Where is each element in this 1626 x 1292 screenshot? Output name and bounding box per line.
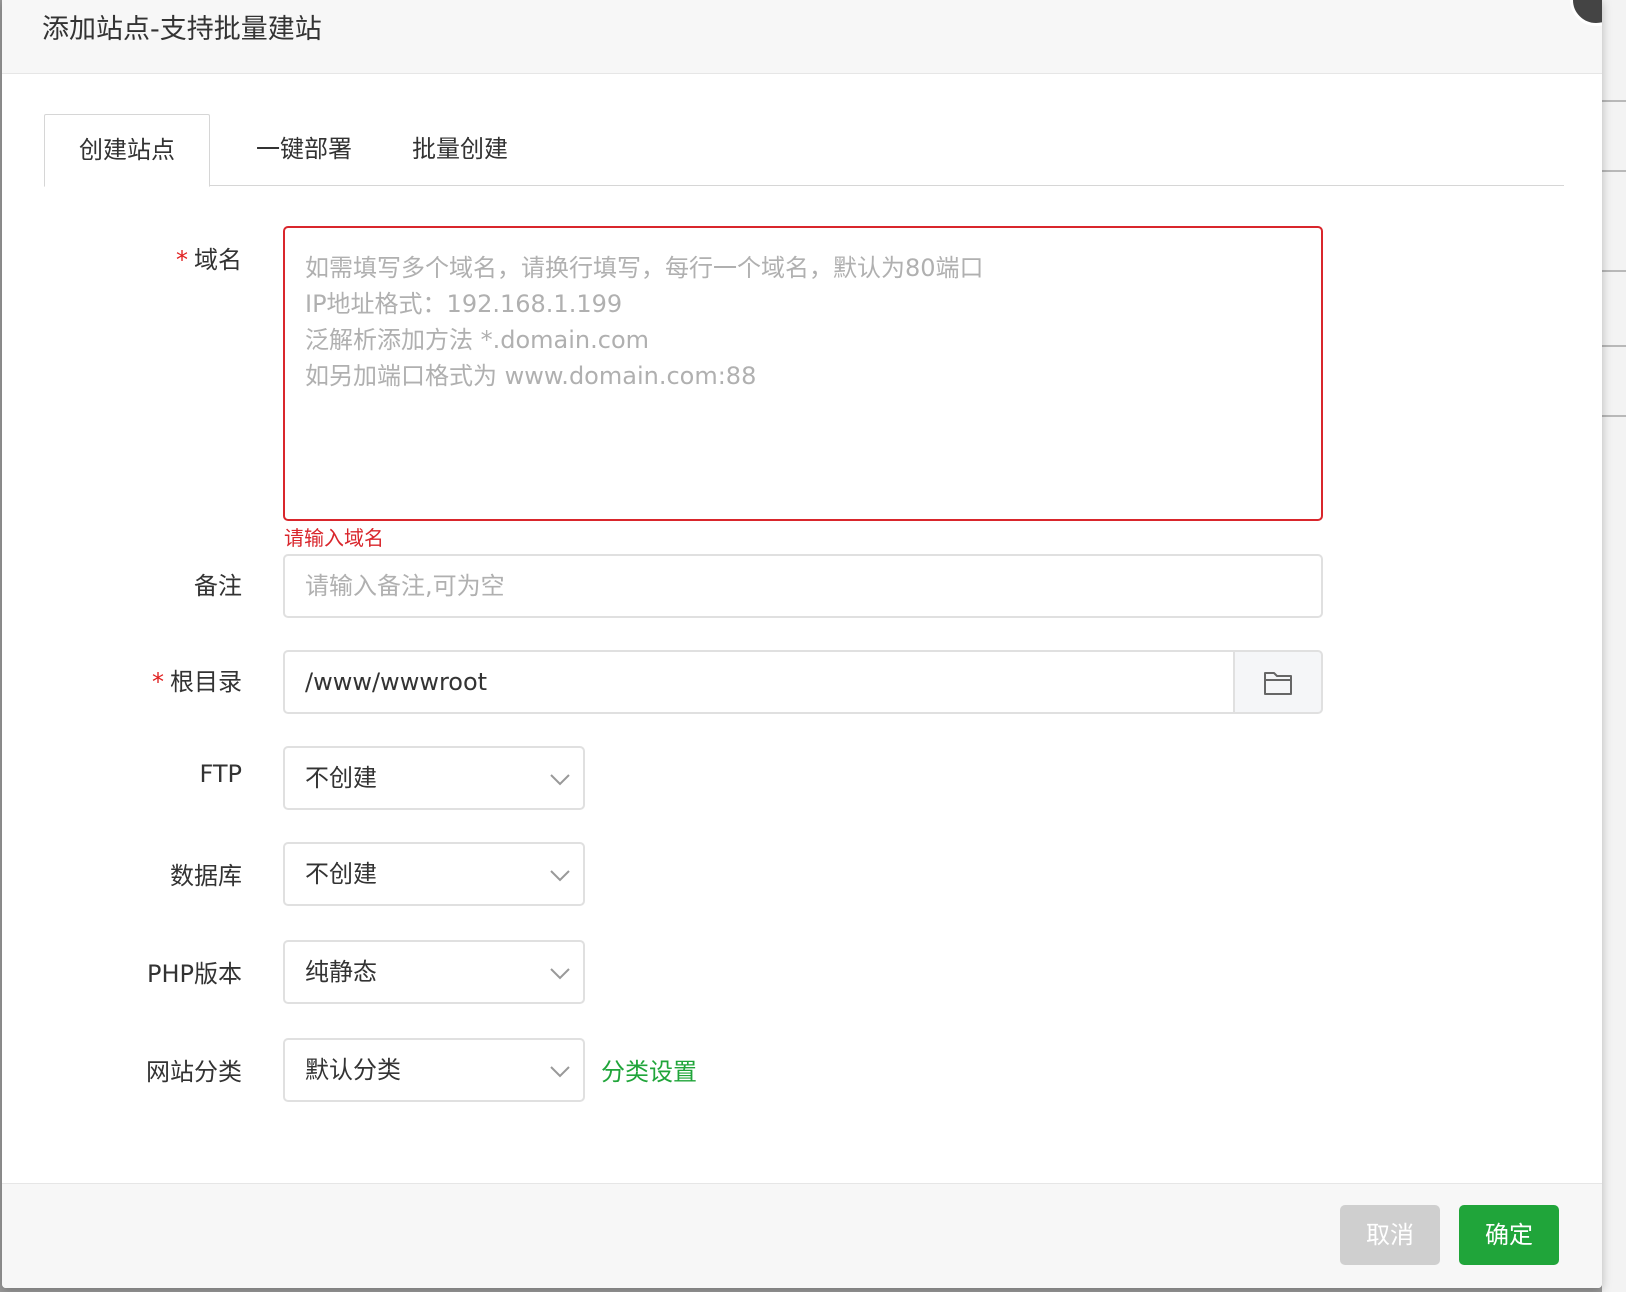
database-select-value: 不创建 [305,860,377,888]
chevron-down-icon [550,774,570,786]
domain-error-message: 请输入域名 [284,526,384,550]
site-category-label: 网站分类 [146,1058,242,1086]
folder-browse-button[interactable] [1235,650,1323,714]
chevron-down-icon [550,1066,570,1078]
cancel-button[interactable]: 取消 [1340,1205,1440,1265]
required-mark: * [176,246,188,274]
root-dir-input[interactable]: /www/wwwroot [283,650,1235,714]
site-category-select[interactable]: 默认分类 [283,1038,585,1102]
dialog-footer: 取消 确定 [2,1183,1602,1288]
tab-create-site[interactable]: 创建站点 [44,114,210,187]
tab-bar: 创建站点 一键部署 批量创建 [44,114,1564,187]
chevron-down-icon [550,870,570,882]
chevron-down-icon [550,968,570,980]
add-site-dialog: 添加站点-支持批量建站 创建站点 一键部署 批量创建 * 域名 如需填写多个域名，… [2,0,1602,1288]
root-dir-label: * 根目录 [152,668,242,696]
site-category-select-value: 默认分类 [305,1056,401,1084]
category-settings-link[interactable]: 分类设置 [601,1054,697,1090]
required-mark: * [152,668,164,696]
remark-label: 备注 [194,572,242,600]
database-label: 数据库 [170,862,242,890]
ftp-select[interactable]: 不创建 [283,746,585,810]
remark-input[interactable]: 请输入备注,可为空 [283,554,1323,618]
database-select[interactable]: 不创建 [283,842,585,906]
php-version-label: PHP版本 [147,960,242,988]
dialog-title: 添加站点-支持批量建站 [42,14,322,45]
tab-one-click-deploy[interactable]: 一键部署 [234,114,374,186]
ftp-select-value: 不创建 [305,764,377,792]
ftp-label: FTP [199,760,242,788]
domain-textarea[interactable]: 如需填写多个域名，请换行填写，每行一个域名，默认为80端口 IP地址格式：192… [283,226,1323,521]
tab-batch-create[interactable]: 批量创建 [400,114,520,186]
php-version-select-value: 纯静态 [305,958,377,986]
confirm-button[interactable]: 确定 [1459,1205,1559,1265]
background-page-strip [1602,0,1626,1292]
dialog-header: 添加站点-支持批量建站 [2,0,1602,74]
php-version-select[interactable]: 纯静态 [283,940,585,1004]
domain-label: * 域名 [176,246,242,274]
folder-icon [1264,672,1292,695]
